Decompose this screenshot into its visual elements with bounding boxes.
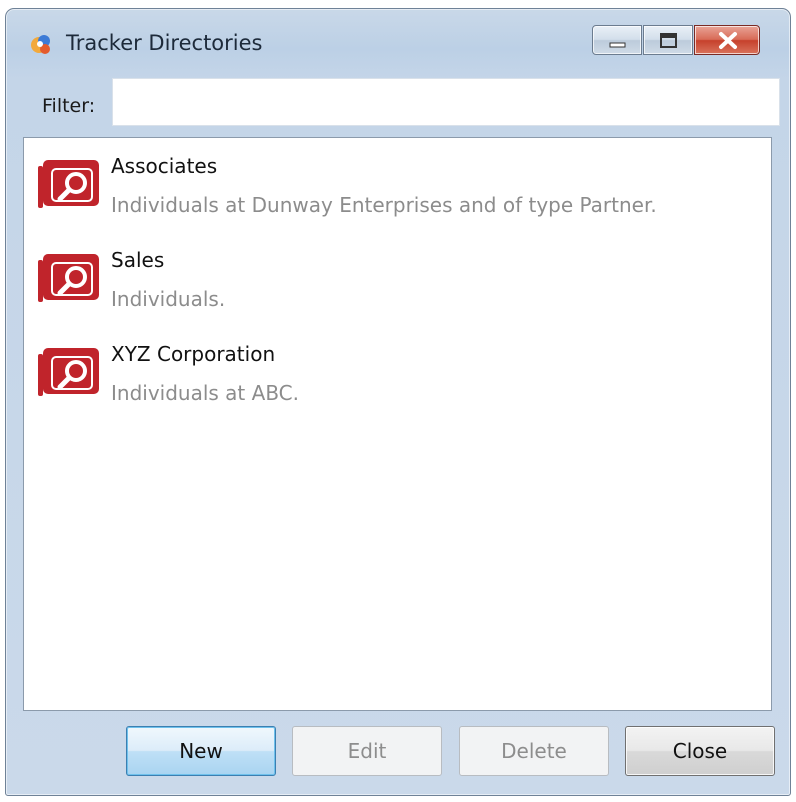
directory-item-associates[interactable]: Associates Individuals at Dunway Enterpr… <box>24 138 771 228</box>
directory-name: Sales <box>111 248 165 272</box>
title-bar[interactable]: Tracker Directories <box>6 9 790 75</box>
directory-description: Individuals at Dunway Enterprises and of… <box>111 193 657 217</box>
directory-item-xyz-corporation[interactable]: XYZ Corporation Individuals at ABC. <box>24 326 771 416</box>
window-title: Tracker Directories <box>66 31 263 55</box>
directory-name: Associates <box>111 154 218 178</box>
filter-label: Filter: <box>42 95 96 117</box>
close-icon <box>719 32 737 49</box>
tracker-directories-window: Tracker Directories Filter: Associates I… <box>5 8 791 796</box>
directory-search-icon <box>38 254 99 302</box>
minimize-button[interactable] <box>592 25 642 55</box>
close-button[interactable]: Close <box>625 726 775 776</box>
minimize-icon <box>609 42 626 48</box>
window-close-button[interactable] <box>694 25 760 55</box>
delete-button[interactable]: Delete <box>459 726 609 776</box>
directory-search-icon <box>38 160 99 208</box>
maximize-icon <box>660 33 677 48</box>
directory-list[interactable]: Associates Individuals at Dunway Enterpr… <box>23 137 772 711</box>
directory-name: XYZ Corporation <box>111 342 276 366</box>
edit-button[interactable]: Edit <box>292 726 442 776</box>
directory-description: Individuals at ABC. <box>111 381 300 405</box>
directory-description: Individuals. <box>111 287 226 311</box>
directory-search-icon <box>38 348 99 396</box>
tracker-app-icon <box>31 35 50 54</box>
maximize-button[interactable] <box>643 25 693 55</box>
directory-item-sales[interactable]: Sales Individuals. <box>24 232 771 322</box>
filter-input[interactable] <box>112 78 780 126</box>
new-button[interactable]: New <box>126 726 276 776</box>
